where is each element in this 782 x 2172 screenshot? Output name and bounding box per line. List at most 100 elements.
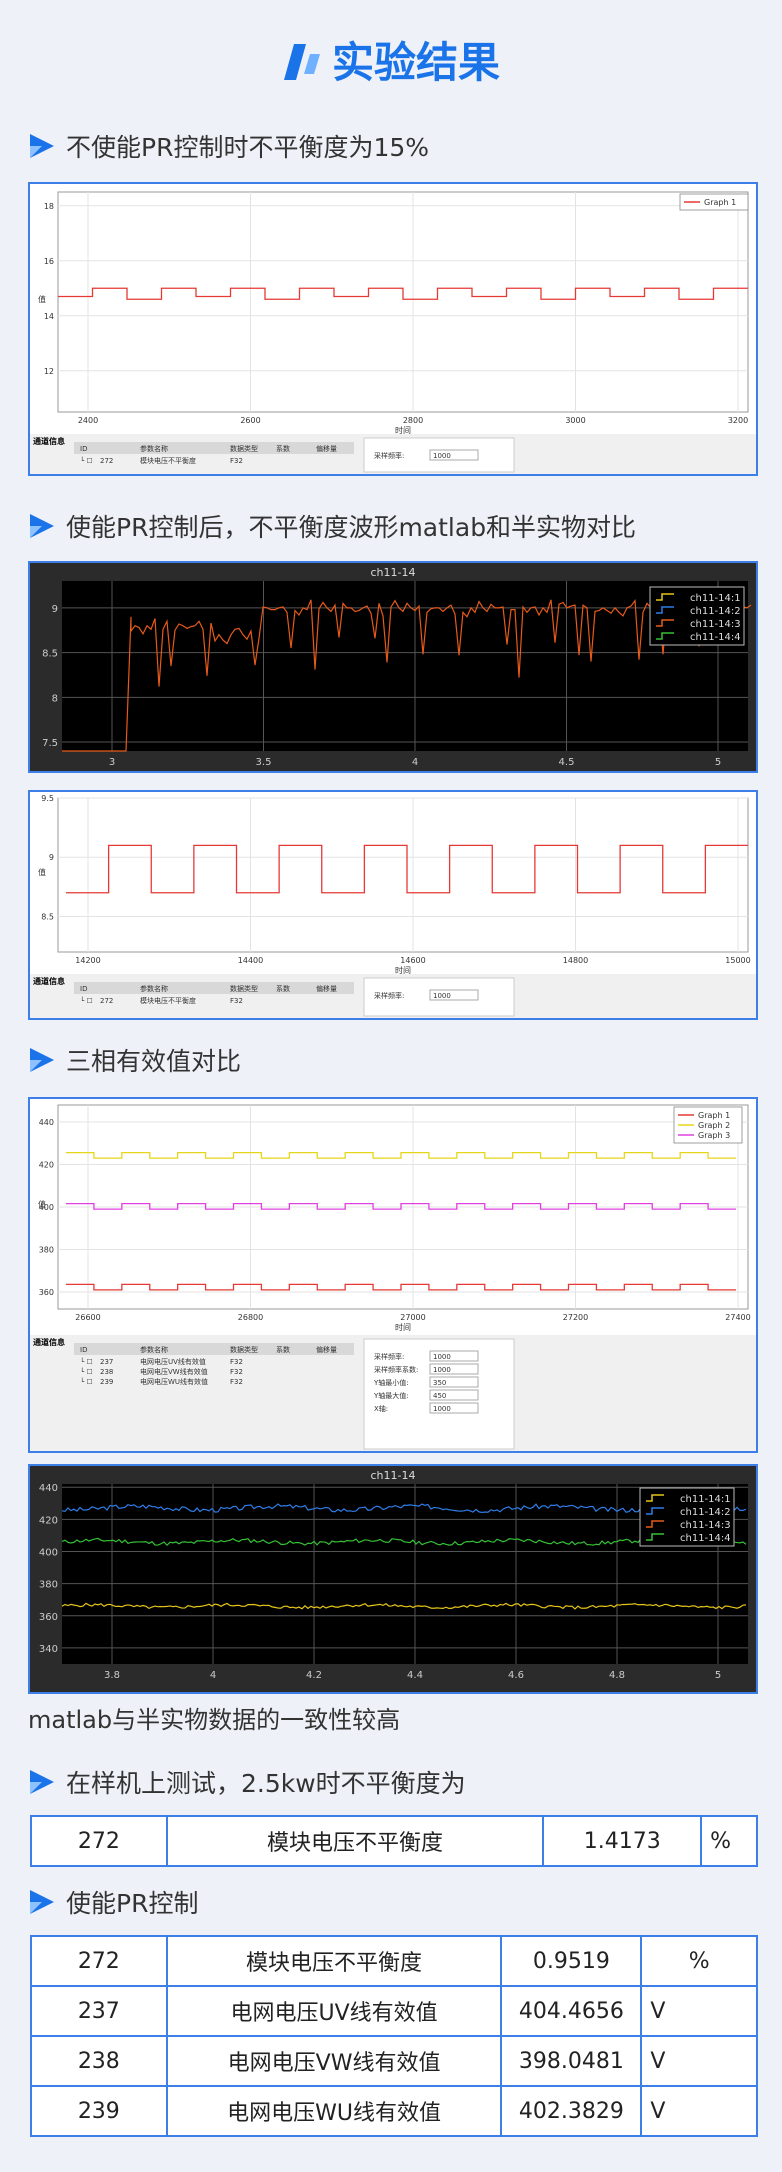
setting-label: 采样频率: xyxy=(374,991,404,1000)
y-tick-label: 9.5 xyxy=(41,794,54,803)
x-tick-label: 5 xyxy=(715,1670,721,1681)
row-tree: └ ☐ xyxy=(80,1377,93,1386)
channel-info-label: 通道信息 xyxy=(33,1337,65,1347)
column-header: ID xyxy=(80,1346,87,1354)
y-tick-label: 9 xyxy=(52,604,58,615)
x-tick-label: 2400 xyxy=(78,416,98,425)
legend-label: Graph 2 xyxy=(698,1121,730,1130)
y-tick-label: 380 xyxy=(39,1246,54,1255)
legend-label: ch11-14:3 xyxy=(680,1520,731,1531)
setting-value: 350 xyxy=(433,1379,446,1387)
x-tick-label: 5 xyxy=(715,757,721,768)
x-tick-label: 3.8 xyxy=(104,1670,120,1681)
x-tick-label: 14600 xyxy=(400,956,425,965)
column-header: 数据类型 xyxy=(230,1345,258,1354)
row-tree: └ ☐ xyxy=(80,456,93,465)
cell-value: 1.4173 xyxy=(542,1815,703,1867)
section-heading-2: 使能PR控制后，不平衡度波形matlab和半实物对比 xyxy=(28,508,636,544)
x-tick-label: 15000 xyxy=(725,956,750,965)
x-tick-label: 4 xyxy=(210,1670,216,1681)
cell-name: 模块电压不平衡度 xyxy=(165,1815,545,1867)
column-header: 参数名称 xyxy=(140,1345,168,1354)
y-tick-label: 380 xyxy=(39,1580,58,1591)
cell-name: 电网电压UV线有效值 xyxy=(165,1985,503,2037)
row-name: 电网电压VW线有效值 xyxy=(140,1367,208,1376)
table-row: 272 模块电压不平衡度 1.4173 % xyxy=(30,1815,758,1867)
cell-name: 电网电压WU线有效值 xyxy=(165,2085,503,2137)
y-axis-label: 值 xyxy=(38,294,46,304)
legend-label: Graph 1 xyxy=(704,198,736,207)
row-tree: └ ☐ xyxy=(80,1357,93,1366)
row-type: F32 xyxy=(230,1358,243,1366)
y-tick-label: 12 xyxy=(44,367,54,376)
cell-value: 404.4656 xyxy=(500,1985,643,2037)
cell-name: 电网电压VW线有效值 xyxy=(165,2035,503,2087)
table-row: 239 电网电压WU线有效值 402.3829 V xyxy=(30,2085,758,2137)
row-name: 电网电压WU线有效值 xyxy=(140,1377,208,1386)
section-heading-4: 在样机上测试，2.5kw时不平衡度为 xyxy=(28,1764,466,1800)
y-tick-label: 14 xyxy=(44,312,54,321)
x-tick-label: 27200 xyxy=(563,1313,588,1322)
column-header: 偏移量 xyxy=(316,1345,337,1354)
cell-unit: V xyxy=(640,1985,758,2037)
y-tick-label: 9 xyxy=(49,853,54,862)
section-heading-text: 在样机上测试，2.5kw时不平衡度为 xyxy=(66,1769,466,1798)
table-row: 237 电网电压UV线有效值 404.4656 V xyxy=(30,1985,758,2037)
table-header xyxy=(74,982,354,994)
legend-label: ch11-14:2 xyxy=(680,1507,731,1518)
row-type: F32 xyxy=(230,457,243,465)
setting-value: 1000 xyxy=(433,452,451,460)
x-tick-label: 4.8 xyxy=(609,1670,625,1681)
section-heading-3: 三相有效值对比 xyxy=(28,1042,241,1078)
column-header: 偏移量 xyxy=(316,984,337,993)
y-tick-label: 8.5 xyxy=(42,649,58,660)
y-tick-label: 440 xyxy=(39,1483,58,1494)
legend-label: ch11-14:1 xyxy=(680,1494,731,1505)
cell-unit: % xyxy=(640,1935,758,1987)
cell-value: 402.3829 xyxy=(500,2085,643,2137)
chart-panel-3: 8.5 9 9.5 14200 14400 14600 14800 15000 时间 值通道信息 I… xyxy=(28,790,758,1020)
setting-label: 采样频率: xyxy=(374,451,404,460)
row-id: 238 xyxy=(100,1368,113,1376)
setting-label: Y轴最小值: xyxy=(373,1378,409,1387)
row-type: F32 xyxy=(230,997,243,1005)
x-tick-label: 3.5 xyxy=(256,757,272,768)
y-tick-label: 340 xyxy=(39,1644,58,1655)
setting-value: 1000 xyxy=(433,992,451,1000)
column-header: 数据类型 xyxy=(230,444,258,453)
section-heading-text: 使能PR控制 xyxy=(66,1889,199,1918)
cell-id: 238 xyxy=(30,2035,168,2087)
result-table-1: 272 模块电压不平衡度 1.4173 % xyxy=(30,1815,758,1867)
legend-label: Graph 1 xyxy=(698,1111,730,1120)
chart-1: 12 14 16 18 2400 2600 2800 3000 3200 时间 值 Graph 1 通道… xyxy=(30,191,756,474)
cell-value: 0.9519 xyxy=(500,1935,643,1987)
y-tick-label: 8.5 xyxy=(41,912,54,921)
row-id: 239 xyxy=(100,1378,113,1386)
column-header: 数据类型 xyxy=(230,984,258,993)
setting-value: 1000 xyxy=(433,1405,451,1413)
row-name: 电网电压UV线有效值 xyxy=(140,1357,206,1366)
chart-panel-2: ch11-14 7.5 8 8.5 9 3 3.5 4 4.5 5 ch11-14:1 ch11-14… xyxy=(28,561,758,773)
cell-name: 模块电压不平衡度 xyxy=(165,1935,503,1987)
x-tick-label: 14800 xyxy=(563,956,588,965)
legend-label: ch11-14:2 xyxy=(690,606,741,617)
channel-info-label: 通道信息 xyxy=(33,976,65,986)
cell-value: 398.0481 xyxy=(500,2035,643,2087)
setting-label: X轴: xyxy=(374,1404,388,1413)
triangle-icon xyxy=(30,514,54,538)
plot-area xyxy=(57,797,749,953)
column-header: 系数 xyxy=(276,984,290,993)
setting-value: 1000 xyxy=(433,1366,451,1374)
section-heading-1: 不使能PR控制时不平衡度为15% xyxy=(28,128,429,164)
row-type: F32 xyxy=(230,1378,243,1386)
chart-title: ch11-14 xyxy=(371,566,416,579)
x-tick-label: 4.6 xyxy=(508,1670,524,1681)
cell-id: 237 xyxy=(30,1985,168,2037)
row-name: 模块电压不平衡度 xyxy=(140,456,196,465)
chart-5: ch11-14 340 360 380 400 420 440 3.8 4 4.2 4.4 4.6 4.… xyxy=(30,1466,756,1692)
table-row: 272 模块电压不平衡度 0.9519 % xyxy=(30,1935,758,1987)
cell-unit: V xyxy=(640,2035,758,2087)
chart-2: ch11-14 7.5 8 8.5 9 3 3.5 4 4.5 5 ch11-14:1 ch11-14… xyxy=(30,563,756,771)
x-tick-label: 26800 xyxy=(238,1313,263,1322)
page-title-text: 实验结果 xyxy=(331,38,500,87)
